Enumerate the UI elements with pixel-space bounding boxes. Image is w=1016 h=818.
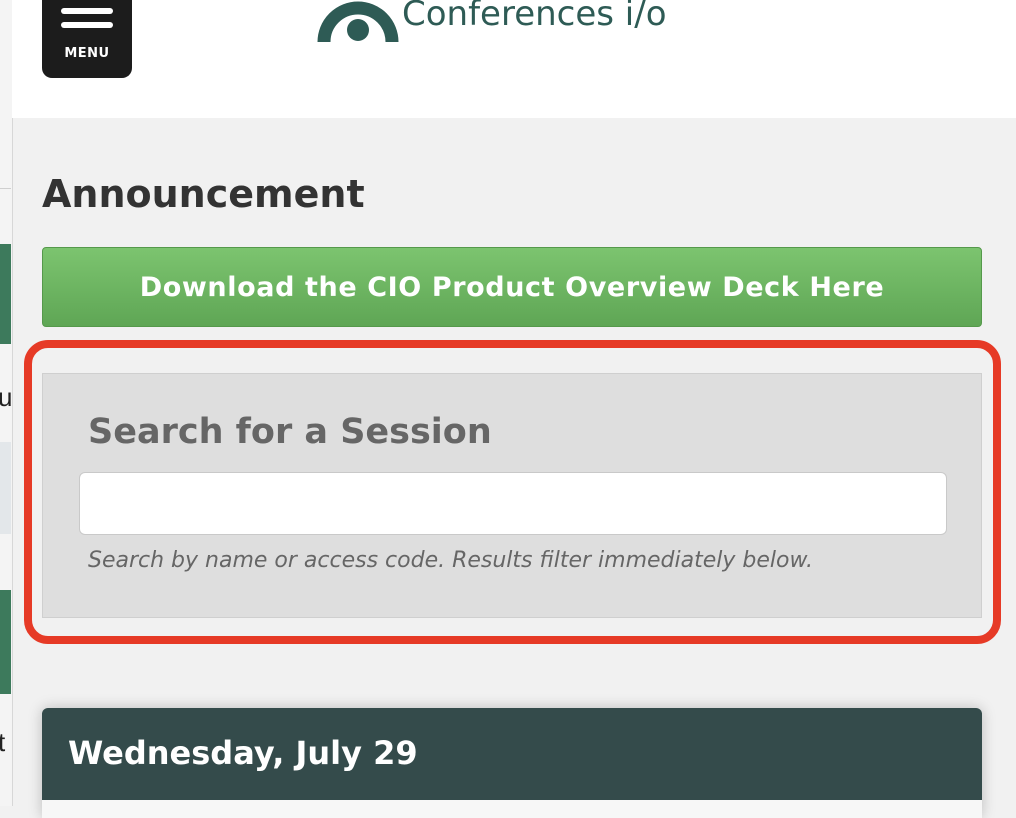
background-block [0,590,11,694]
logo-mark-icon [317,1,399,43]
download-deck-button[interactable]: Download the CIO Product Overview Deck H… [42,247,982,327]
announcement-heading: Announcement [42,172,365,216]
background-divider [0,188,11,189]
day-heading: Wednesday, July 29 [68,734,418,772]
menu-label: MENU [64,46,110,61]
logo-text: Conferences i/o [402,0,667,34]
menu-button[interactable]: MENU [42,0,132,78]
background-page-edge: u t [0,0,13,806]
hamburger-icon [61,22,113,28]
background-block [0,442,11,534]
background-block [0,244,11,344]
schedule-day-card[interactable]: Wednesday, July 29 [42,708,982,818]
highlight-annotation-box [24,340,1001,644]
background-text-fragment: t [0,727,5,758]
background-text-fragment: u [0,382,12,413]
day-card-body [42,800,982,818]
hamburger-icon [61,8,113,14]
